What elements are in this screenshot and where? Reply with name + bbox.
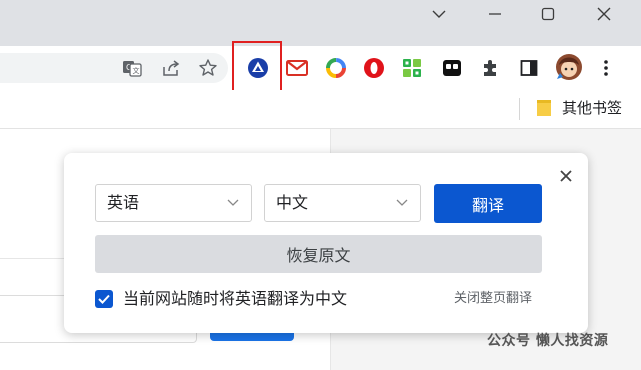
browser-window: G 文 其他书签 英语 中文 翻译 恢复原文 当前网站随时将英语翻译为中文 关闭… — [0, 0, 641, 370]
close-icon[interactable] — [555, 165, 577, 187]
folder-icon — [537, 100, 551, 116]
maximize-button[interactable] — [522, 0, 574, 28]
restore-original-button[interactable]: 恢复原文 — [95, 235, 542, 273]
avatar[interactable] — [555, 53, 583, 81]
chevron-down-icon — [227, 199, 239, 206]
puzzle-icon[interactable] — [478, 56, 502, 80]
toolbar: G 文 — [0, 46, 641, 90]
target-language-select[interactable]: 中文 — [264, 184, 421, 222]
other-bookmarks-label[interactable]: 其他书签 — [562, 97, 622, 119]
gmail-icon[interactable] — [285, 56, 309, 80]
more-icon[interactable] — [594, 56, 618, 80]
source-language-value: 英语 — [107, 193, 140, 212]
sidepanel-icon[interactable] — [517, 56, 541, 80]
target-language-value: 中文 — [276, 193, 309, 212]
always-translate-checkbox[interactable] — [95, 290, 113, 308]
close-window-button[interactable] — [578, 0, 630, 28]
minimize-button[interactable] — [469, 0, 521, 28]
address-bar[interactable] — [0, 53, 228, 83]
watermark-text: 公众号 懒人找资源 — [487, 333, 609, 349]
source-language-select[interactable]: 英语 — [95, 184, 252, 222]
bookmarks-bar: 其他书签 — [0, 90, 641, 129]
qr-grid-icon[interactable] — [400, 56, 424, 80]
translate-popup: 英语 中文 翻译 恢复原文 当前网站随时将英语翻译为中文 关闭整页翻译 — [64, 153, 588, 333]
mask-icon[interactable] — [440, 56, 464, 80]
star-icon[interactable] — [196, 56, 220, 80]
opera-icon[interactable] — [362, 56, 386, 80]
close-page-translate-link[interactable]: 关闭整页翻译 — [454, 290, 532, 308]
color-ring-icon[interactable] — [324, 56, 348, 80]
title-bar — [0, 0, 641, 46]
extension-highlight-box — [232, 41, 282, 93]
share-icon[interactable] — [159, 56, 183, 80]
tab-search-chevron-icon[interactable] — [413, 0, 465, 28]
translate-icon[interactable]: G 文 — [120, 56, 144, 80]
bookmarks-divider — [519, 98, 520, 120]
translate-button[interactable]: 翻译 — [434, 184, 542, 223]
chevron-down-icon — [396, 199, 408, 206]
check-icon — [98, 294, 110, 304]
svg-text:文: 文 — [133, 66, 140, 75]
always-translate-label[interactable]: 当前网站随时将英语翻译为中文 — [123, 288, 347, 310]
